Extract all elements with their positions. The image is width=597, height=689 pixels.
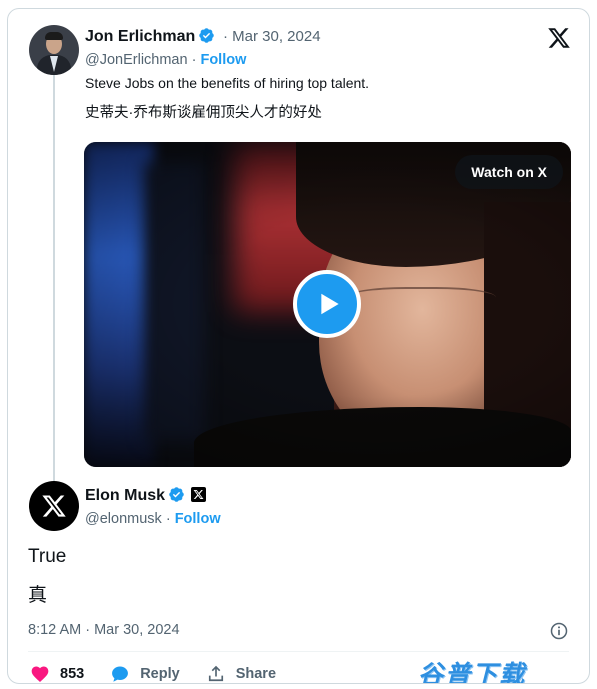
- handle[interactable]: @elonmusk: [85, 511, 162, 527]
- share-label: Share: [235, 666, 277, 682]
- avatar[interactable]: [29, 25, 79, 75]
- watch-on-x-button[interactable]: Watch on X: [455, 155, 563, 189]
- handle-row: @elonmusk · Follow: [85, 511, 221, 527]
- tweet-embed-card: Jon Erlichman · Mar 30, 2024 @JonErlichm…: [7, 8, 590, 684]
- divider: [28, 651, 569, 652]
- like-button[interactable]: 853: [30, 664, 85, 683]
- affiliate-x-icon[interactable]: [191, 487, 207, 502]
- play-icon: [320, 293, 339, 315]
- like-count: 853: [60, 666, 85, 682]
- reply-button[interactable]: Reply: [110, 664, 180, 683]
- info-icon[interactable]: [549, 621, 569, 641]
- reply-label: Reply: [140, 666, 180, 682]
- separator: ·: [165, 511, 171, 527]
- quoted-handle-row: @JonErlichman · Follow: [85, 52, 246, 68]
- author-name[interactable]: Elon Musk: [85, 486, 207, 505]
- quoted-date[interactable]: · Mar 30, 2024: [223, 28, 321, 45]
- reply-icon: [112, 666, 129, 682]
- video-player[interactable]: Watch on X: [84, 142, 571, 467]
- tweet-text-line2: 真: [28, 585, 48, 606]
- quoted-author-name[interactable]: Jon Erlichman: [85, 27, 215, 46]
- heart-icon: [31, 666, 49, 682]
- x-logo-icon[interactable]: [547, 26, 571, 50]
- follow-button[interactable]: Follow: [200, 52, 246, 68]
- verified-badge-icon: [199, 28, 215, 43]
- watermark: 谷普下载: [418, 661, 527, 684]
- quoted-text-zh: 史蒂夫·乔布斯谈雇佣顶尖人才的好处: [85, 105, 322, 121]
- share-icon: [208, 665, 223, 682]
- quoted-handle[interactable]: @JonErlichman: [85, 52, 188, 68]
- x-logo-icon: [42, 495, 66, 517]
- thread-line: [53, 75, 55, 481]
- avatar[interactable]: [29, 481, 79, 531]
- author-name-text[interactable]: Jon Erlichman: [85, 28, 195, 45]
- author-name-text[interactable]: Elon Musk: [85, 487, 165, 504]
- follow-button[interactable]: Follow: [175, 511, 221, 527]
- play-button[interactable]: [293, 270, 361, 338]
- quoted-text-en: Steve Jobs on the benefits of hiring top…: [85, 75, 370, 91]
- action-bar: 853 Reply Share: [30, 663, 302, 683]
- share-button[interactable]: Share: [206, 664, 277, 683]
- timestamp[interactable]: 8:12 AM · Mar 30, 2024: [28, 622, 180, 638]
- verified-badge-icon: [169, 487, 184, 502]
- separator: ·: [191, 52, 197, 68]
- tweet-text-line1: True: [28, 546, 67, 567]
